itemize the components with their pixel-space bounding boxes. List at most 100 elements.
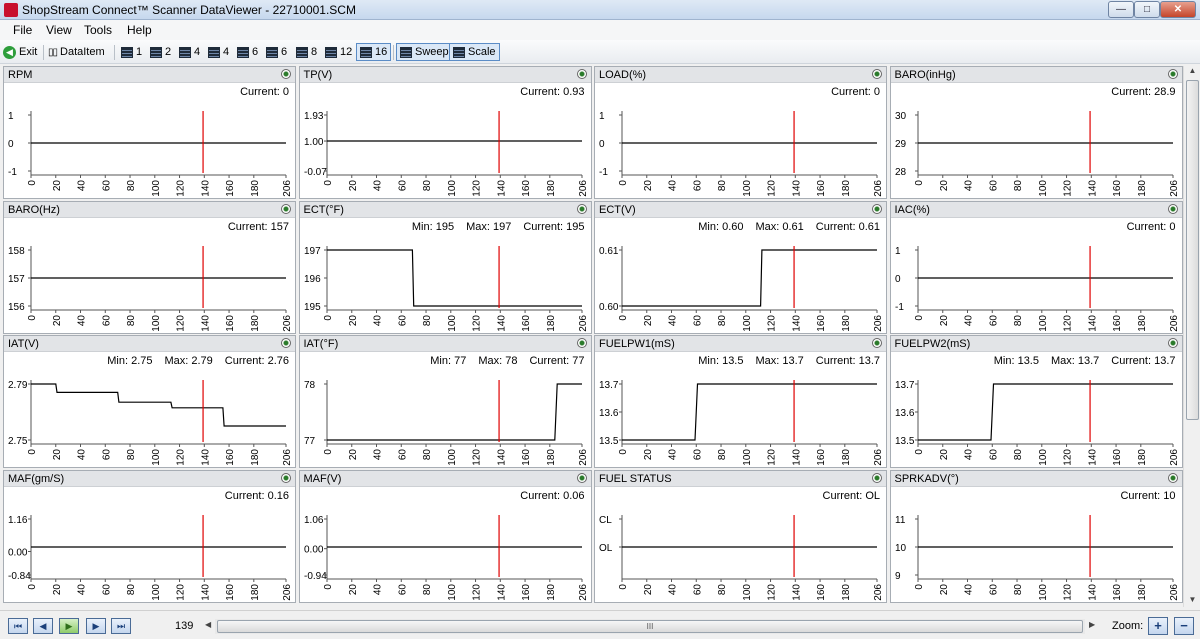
x-tick-label: 140: [791, 180, 802, 197]
radio-dot-icon[interactable]: [1167, 203, 1178, 214]
graph-stats: Current: 0.06: [508, 490, 584, 502]
vertical-scrollbar[interactable]: ▲ ▼: [1183, 66, 1200, 607]
y-tick-label: 0.00: [304, 544, 324, 555]
graph-panel[interactable]: LOAD(%) Current: 0 1 0 -1 0 20 40 60 80 100 120 140 1…: [594, 66, 887, 199]
graph-panel[interactable]: RPM Current: 0 1 0 -1 0 20 40 60 80 100 120 140 160 18…: [3, 66, 296, 199]
play-button[interactable]: ▶: [59, 618, 79, 634]
graph-panel[interactable]: BARO(Hz) Current: 157 158 157 156 0 20 40 60 80 10…: [3, 200, 296, 334]
minimize-button[interactable]: —: [1108, 1, 1134, 18]
next-frame-button[interactable]: ▶: [86, 618, 106, 634]
graph-name: FUEL STATUS: [599, 472, 672, 485]
layout-8-button[interactable]: 8: [296, 43, 317, 61]
x-tick-label: 180: [841, 180, 852, 197]
graph-panel[interactable]: SPRKADV(°) Current: 10 11 10 9 0 20 40 60 80 100 12…: [889, 469, 1183, 603]
prev-frame-button[interactable]: ◀: [33, 618, 53, 634]
radio-dot-icon[interactable]: [1167, 472, 1178, 483]
exit-button[interactable]: ◀ Exit: [3, 43, 37, 61]
graph-panel[interactable]: BARO(inHg) Current: 28.9 30 29 28 0 20 40 60 80 10…: [889, 66, 1183, 199]
current-value: Current: 0: [1126, 220, 1176, 233]
layout-2-button[interactable]: 2: [150, 43, 171, 61]
y-tick-label: 1: [8, 111, 14, 122]
graph-panel[interactable]: FUELPW2(mS) Min: 13.5 Max: 13.7 Current: 13…: [889, 335, 1183, 468]
y-tick-label: -0.94: [304, 571, 327, 582]
radio-dot-icon[interactable]: [281, 472, 291, 483]
min-value: Min: 195: [411, 220, 455, 233]
graph-panel[interactable]: IAT(°F) Min: 77 Max: 78 Current: 77 78 77 0 20 4…: [298, 335, 592, 468]
layout-1-button[interactable]: 1: [121, 43, 142, 61]
x-tick-label: 60: [692, 449, 703, 461]
zoom-out-button[interactable]: −: [1174, 617, 1194, 635]
graph-panel[interactable]: MAF(V) Current: 0.06 1.06 0.00 -0.94 0 20 40 60 8…: [298, 469, 592, 603]
zoom-in-button[interactable]: +: [1148, 617, 1168, 635]
radio-dot-icon[interactable]: [281, 69, 291, 79]
x-tick-label: 60: [397, 583, 408, 595]
sweep-icon: [400, 46, 412, 58]
x-tick-label: 60: [101, 583, 112, 595]
graph-panel[interactable]: ECT(V) Min: 0.60 Max: 0.61 Current: 0.61 0.6…: [594, 200, 887, 334]
menu-help[interactable]: Help: [127, 23, 152, 37]
layout-label: 4: [194, 46, 201, 58]
scroll-up-icon[interactable]: ▲: [1184, 66, 1200, 78]
radio-dot-icon[interactable]: [1167, 69, 1178, 79]
x-tick-label: 206: [578, 314, 589, 331]
scroll-left-icon[interactable]: ◀: [205, 620, 211, 629]
radio-dot-icon[interactable]: [576, 69, 587, 79]
x-tick-label: 20: [347, 314, 358, 326]
radio-dot-icon[interactable]: [872, 472, 882, 483]
grid-icon: [296, 46, 308, 58]
menu-file[interactable]: File: [13, 23, 32, 37]
last-frame-button[interactable]: ⏭: [111, 618, 131, 634]
graph-panel[interactable]: TP(V) Current: 0.93 1.93 1.00 -0.07 0 20 40 60 80…: [298, 66, 592, 199]
radio-dot-icon[interactable]: [576, 472, 587, 483]
graph-panel[interactable]: ECT(°F) Min: 195 Max: 197 Current: 195 197 19…: [298, 200, 592, 334]
graph-panel[interactable]: FUELPW1(mS) Min: 13.5 Max: 13.7 Current: 13…: [594, 335, 887, 468]
dataitem-button[interactable]: ▯▯ DataItem: [48, 43, 105, 61]
x-tick-label: 20: [52, 314, 63, 326]
timeline-thumb[interactable]: III: [217, 620, 1083, 633]
graph-panel[interactable]: IAC(%) Current: 0 1 0 -1 0 20 40 60 80 100 120 140 16…: [889, 200, 1183, 334]
layout-12-button[interactable]: 12: [325, 43, 352, 61]
sweep-button[interactable]: Sweep: [396, 43, 453, 61]
radio-dot-icon[interactable]: [872, 338, 882, 348]
x-tick-label: 40: [668, 583, 679, 595]
radio-dot-icon[interactable]: [576, 203, 587, 214]
grid-icon: [208, 46, 220, 58]
timeline-scrollbar[interactable]: ◀ III ▶: [205, 619, 1095, 634]
x-tick-label: 120: [176, 180, 187, 197]
scroll-right-icon[interactable]: ▶: [1089, 620, 1095, 629]
graph-plot: 158 157 1560 20 40 60 80 100 120 140 160 180 206: [8, 245, 293, 331]
radio-dot-icon[interactable]: [872, 69, 882, 79]
maximize-button[interactable]: □: [1134, 1, 1160, 18]
graph-panel[interactable]: FUEL STATUS Current: OL CL OL 0 20 40 60 80 100 12…: [594, 469, 887, 603]
y-tick-label: 2.79: [8, 380, 28, 391]
graph-stats: Current: 157: [216, 221, 289, 233]
layout-6-button[interactable]: 6: [237, 43, 258, 61]
x-tick-label: 160: [225, 583, 236, 600]
layout-6b-button[interactable]: 6: [266, 43, 287, 61]
radio-dot-icon[interactable]: [1167, 338, 1178, 348]
graph-panel[interactable]: IAT(V) Min: 2.75 Max: 2.79 Current: 2.76 2.7…: [3, 335, 296, 468]
x-tick-label: 20: [938, 583, 949, 595]
layout-4-button[interactable]: 4: [179, 43, 200, 61]
data-trace: [917, 383, 1173, 441]
radio-dot-icon[interactable]: [576, 338, 587, 348]
close-button[interactable]: ✕: [1160, 1, 1196, 18]
layout-label: 8: [311, 46, 318, 58]
menu-tools[interactable]: Tools: [84, 23, 112, 37]
scale-button[interactable]: Scale: [449, 43, 500, 61]
x-tick-label: 140: [1087, 314, 1098, 331]
layout-16-button[interactable]: 16: [356, 43, 392, 61]
menu-view[interactable]: View: [46, 23, 72, 37]
radio-dot-icon[interactable]: [281, 338, 291, 348]
radio-dot-icon[interactable]: [872, 203, 882, 214]
x-tick-label: 60: [988, 449, 999, 461]
first-frame-button[interactable]: ⏮: [8, 618, 28, 634]
scroll-down-icon[interactable]: ▼: [1184, 595, 1200, 607]
radio-dot-icon[interactable]: [281, 203, 291, 214]
y-tick-label: 195: [304, 302, 321, 313]
y-tick-label: 11: [895, 515, 906, 526]
layout-4b-button[interactable]: 4: [208, 43, 229, 61]
x-tick-label: 180: [250, 180, 261, 197]
graph-panel[interactable]: MAF(gm/S) Current: 0.16 1.16 0.00 -0.84 0 20 40…: [3, 469, 296, 603]
vertical-scroll-thumb[interactable]: [1186, 80, 1199, 420]
